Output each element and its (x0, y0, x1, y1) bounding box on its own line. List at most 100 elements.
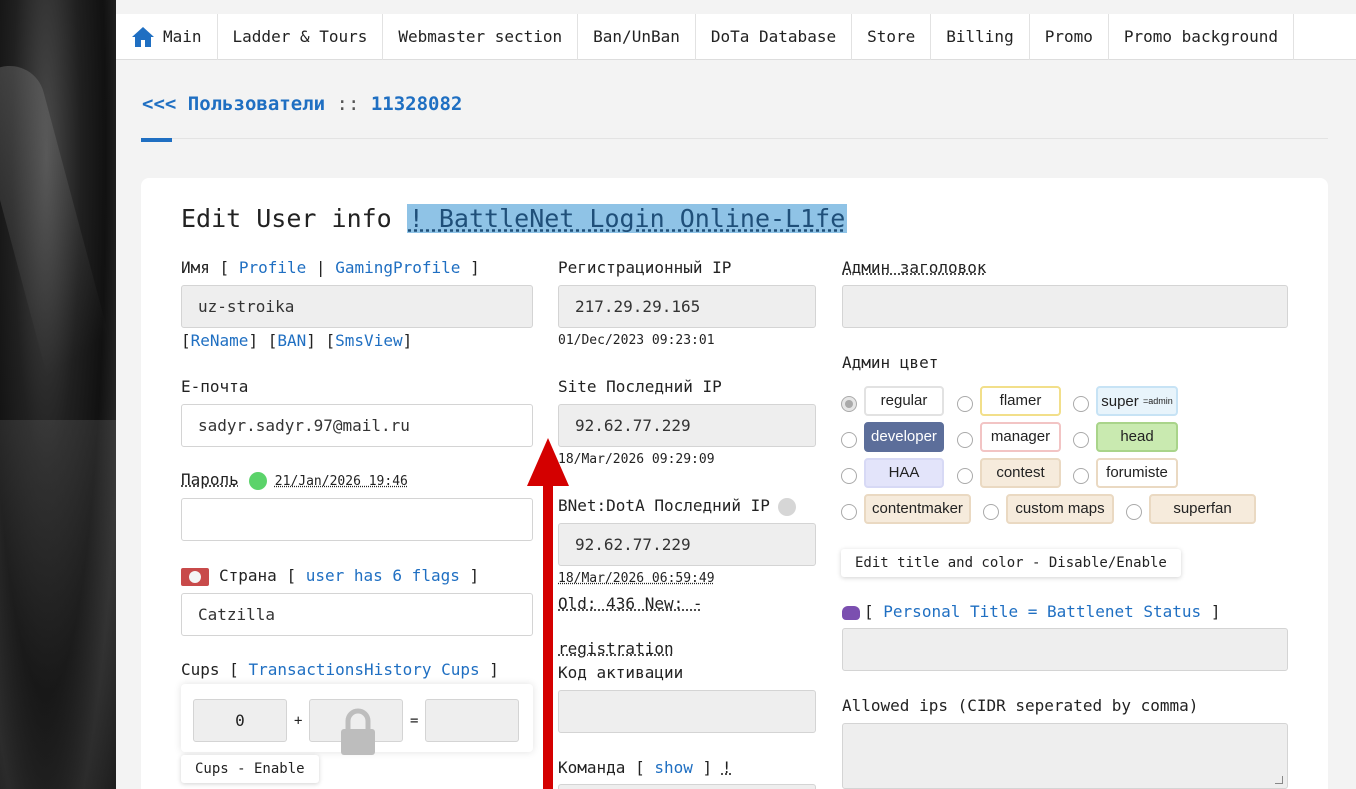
page-container: Main Ladder & Tours Webmaster section Ba… (116, 0, 1356, 789)
background-artwork (0, 0, 116, 789)
role-developer[interactable]: developer (864, 422, 944, 452)
nav-promo[interactable]: Promo (1030, 14, 1109, 60)
reg-ip-label: Регистрационный IP (558, 258, 732, 277)
country-field[interactable]: Catzilla (181, 593, 533, 636)
site-ip-date: 18/Mar/2026 09:29:09 (558, 452, 715, 467)
role-radio-flamer[interactable] (957, 396, 973, 412)
password-changed-date: 21/Jan/2026 19:46 (274, 474, 408, 489)
bnet-ip-field[interactable]: 92.62.77.229 (558, 523, 816, 566)
personal-title-link[interactable]: Personal Title = Battlenet Status (883, 602, 1201, 621)
role-radio-super[interactable] (1073, 396, 1089, 412)
main-navbar: Main Ladder & Tours Webmaster section Ba… (116, 14, 1356, 60)
role-radio-regular[interactable] (841, 396, 857, 412)
role-regular[interactable]: regular (864, 386, 944, 416)
cups-label-row: Cups [ TransactionsHistory Cups ] (181, 660, 499, 679)
team-label-row: Команда [ show ] ! (558, 758, 732, 777)
gaming-profile-link[interactable]: GamingProfile (335, 258, 460, 277)
admin-color-label: Админ цвет (842, 353, 939, 372)
role-super[interactable]: super =admin (1096, 386, 1178, 416)
breadcrumb: <<< Пользователи :: 11328082 (142, 93, 462, 115)
title-color-toggle[interactable]: Edit title and color - Disable/Enable (841, 549, 1181, 577)
battlenet-login-status[interactable]: ! BattleNet Login Online-L1fe (406, 204, 848, 233)
nav-promo-background[interactable]: Promo background (1109, 14, 1294, 60)
role-haa[interactable]: HAA (864, 458, 944, 488)
role-radio-contentmaker[interactable] (841, 504, 857, 520)
role-head[interactable]: head (1096, 422, 1178, 452)
rename-link[interactable]: ReName (191, 331, 249, 350)
role-radio-manager[interactable] (957, 432, 973, 448)
name-label-row: Имя [ Profile | GamingProfile ] (181, 258, 480, 277)
role-radio-forumiste[interactable] (1073, 468, 1089, 484)
cups-total-field[interactable] (425, 699, 519, 742)
online-status-dot (248, 471, 267, 490)
cups-calculator: 0 + = (181, 684, 533, 755)
ban-link[interactable]: BAN (277, 331, 306, 350)
email-label: E-почта (181, 377, 249, 396)
site-ip-field[interactable]: 92.62.77.229 (558, 404, 816, 447)
profile-link[interactable]: Profile (239, 258, 306, 277)
breadcrumb-divider (141, 138, 1328, 139)
role-radio-head[interactable] (1073, 432, 1089, 448)
name-label: Имя (181, 258, 210, 277)
nav-main-label: Main (163, 27, 202, 46)
personal-title-field[interactable] (842, 628, 1288, 671)
reg-ip-field[interactable]: 217.29.29.165 (558, 285, 816, 328)
nav-webmaster-section[interactable]: Webmaster section (383, 14, 579, 60)
role-superfan[interactable]: superfan (1149, 494, 1256, 524)
breadcrumb-user-id[interactable]: 11328082 (371, 93, 463, 115)
role-contentmaker[interactable]: contentmaker (864, 494, 971, 524)
nav-billing[interactable]: Billing (931, 14, 1030, 60)
team-field[interactable] (558, 784, 816, 789)
username-field[interactable]: uz-stroika (181, 285, 533, 328)
bnet-ip-label-row: BNet:DotA Последний IP (558, 496, 796, 516)
bnet-ip-date: 18/Mar/2026 06:59:49 (558, 571, 715, 586)
page-title-text: Edit User info (181, 204, 392, 233)
activation-code-field[interactable] (558, 690, 816, 733)
breadcrumb-active-indicator (141, 138, 172, 142)
allowed-ips-label: Allowed ips (CIDR seperated by comma) (842, 696, 1199, 715)
cups-enable-toggle[interactable]: Cups - Enable (181, 755, 319, 783)
home-icon (132, 27, 154, 47)
password-label: Пароль (181, 470, 239, 489)
site-ip-label: Site Последний IP (558, 377, 722, 396)
plus-sign: + (294, 713, 303, 729)
name-actions: [ReName] [BAN] [SmsView] (181, 331, 413, 350)
breadcrumb-back-link[interactable]: <<< (142, 93, 176, 115)
bnet-ip-label: BNet:DotA Последний IP (558, 496, 770, 515)
nav-main[interactable]: Main (116, 14, 218, 60)
role-radio-custom-maps[interactable] (983, 504, 999, 520)
cups-label: Cups (181, 660, 220, 679)
transactions-history-link[interactable]: TransactionsHistory Cups (248, 660, 479, 679)
nav-store[interactable]: Store (852, 14, 932, 60)
nav-dota-database[interactable]: DoTa Database (696, 14, 853, 60)
role-contest[interactable]: contest (980, 458, 1061, 488)
breadcrumb-section-link[interactable]: Пользователи (188, 93, 325, 115)
team-show-link[interactable]: show (654, 758, 693, 777)
textarea-resize-handle[interactable] (1275, 776, 1283, 784)
role-radio-developer[interactable] (841, 432, 857, 448)
personal-title-label-row: [ Personal Title = Battlenet Status ] (842, 602, 1220, 621)
user-flags-link[interactable]: user has 6 flags (306, 566, 460, 585)
sms-view-link[interactable]: SmsView (335, 331, 402, 350)
role-manager[interactable]: manager (980, 422, 1061, 452)
country-label: Страна (219, 566, 277, 585)
role-flamer[interactable]: flamer (980, 386, 1061, 416)
password-field[interactable] (181, 498, 533, 541)
bnet-status-dot (777, 497, 796, 516)
email-field[interactable]: sadyr.sadyr.97@mail.ru (181, 404, 533, 447)
nav-ladder-tours[interactable]: Ladder & Tours (218, 14, 384, 60)
role-radio-contest[interactable] (957, 468, 973, 484)
reg-ip-date: 01/Dec/2023 09:23:01 (558, 333, 715, 348)
edit-user-card: Edit User info ! BattleNet Login Online-… (141, 178, 1328, 789)
role-custom-maps[interactable]: custom maps (1006, 494, 1114, 524)
role-forumiste[interactable]: forumiste (1096, 458, 1178, 488)
country-flag-icon (181, 567, 209, 586)
cups-current-field[interactable]: 0 (193, 699, 287, 742)
allowed-ips-textarea[interactable] (842, 723, 1288, 789)
nav-ban-unban[interactable]: Ban/UnBan (578, 14, 696, 60)
role-radio-haa[interactable] (841, 468, 857, 484)
admin-title-field[interactable] (842, 285, 1288, 328)
top-strip (116, 0, 1356, 14)
role-radio-superfan[interactable] (1126, 504, 1142, 520)
page-title: Edit User info ! BattleNet Login Online-… (181, 204, 848, 233)
